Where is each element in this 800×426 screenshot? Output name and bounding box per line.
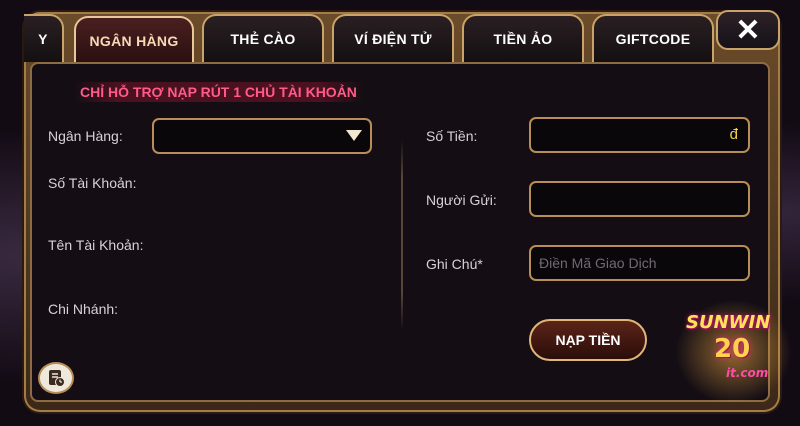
currency-symbol: đ bbox=[729, 126, 738, 143]
tab-giftcode[interactable]: GIFTCODE bbox=[592, 14, 714, 62]
bank-select[interactable] bbox=[152, 118, 372, 154]
branch-label: Chi Nhánh: bbox=[48, 301, 119, 317]
sender-input[interactable] bbox=[531, 183, 748, 215]
sender-label: Người Gửi: bbox=[426, 192, 497, 208]
watermark-line3: it.com bbox=[726, 366, 769, 380]
bank-select-value[interactable] bbox=[154, 120, 370, 152]
amount-label: Số Tiền: bbox=[426, 128, 478, 144]
tab-partial[interactable]: Y bbox=[24, 14, 64, 62]
bank-label: Ngân Hàng: bbox=[48, 128, 123, 144]
column-divider bbox=[401, 140, 403, 330]
close-icon: ✕ bbox=[735, 13, 761, 47]
tab-card[interactable]: THẺ CÀO bbox=[202, 14, 324, 62]
amount-field[interactable]: đ bbox=[529, 117, 750, 153]
tab-bank[interactable]: NGÂN HÀNG bbox=[74, 16, 194, 64]
deposit-button-label: NẠP TIỀN bbox=[555, 332, 621, 348]
watermark-line1: SUNWIN bbox=[686, 312, 771, 333]
amount-input[interactable] bbox=[531, 119, 748, 151]
form-panel bbox=[30, 62, 770, 402]
notice-banner: CHỈ HỖ TRỢ NẠP RÚT 1 CHỦ TÀI KHOẢN bbox=[74, 82, 363, 102]
brand-watermark: SUNWIN 20 it.com bbox=[676, 300, 792, 410]
watermark-line2: 20 bbox=[714, 334, 751, 364]
deposit-button[interactable]: NẠP TIỀN bbox=[529, 319, 647, 361]
history-icon bbox=[49, 370, 65, 387]
account-number-label: Số Tài Khoản: bbox=[48, 175, 137, 191]
tab-crypto[interactable]: TIỀN ẢO bbox=[462, 14, 584, 62]
close-button[interactable]: ✕ bbox=[716, 10, 780, 50]
history-button[interactable] bbox=[38, 362, 74, 394]
note-field[interactable] bbox=[529, 245, 750, 281]
account-name-label: Tên Tài Khoản: bbox=[48, 237, 144, 253]
note-label: Ghi Chú* bbox=[426, 256, 483, 272]
tab-e-wallet[interactable]: VÍ ĐIỆN TỬ bbox=[332, 14, 454, 62]
sender-field[interactable] bbox=[529, 181, 750, 217]
note-input[interactable] bbox=[531, 247, 748, 279]
chevron-down-icon bbox=[346, 130, 362, 141]
